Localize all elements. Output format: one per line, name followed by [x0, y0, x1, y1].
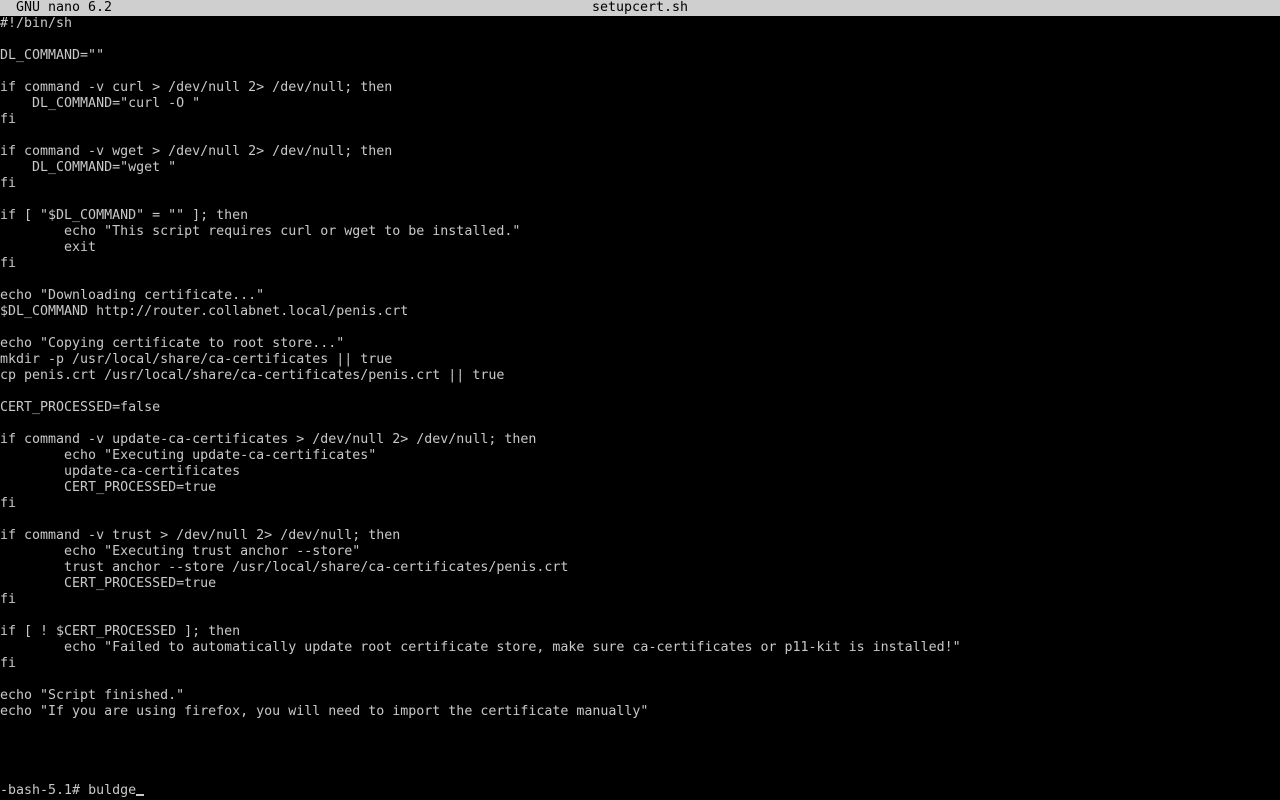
code-line[interactable]: if command -v wget > /dev/null 2> /dev/n…: [0, 144, 1280, 160]
code-line[interactable]: [0, 608, 1280, 624]
code-line[interactable]: [0, 512, 1280, 528]
code-line[interactable]: DL_COMMAND="wget ": [0, 160, 1280, 176]
code-line[interactable]: if [ "$DL_COMMAND" = "" ]; then: [0, 208, 1280, 224]
code-line[interactable]: #!/bin/sh: [0, 16, 1280, 32]
code-line[interactable]: $DL_COMMAND http://router.collabnet.loca…: [0, 304, 1280, 320]
code-line[interactable]: [0, 384, 1280, 400]
code-line[interactable]: fi: [0, 176, 1280, 192]
code-line[interactable]: [0, 272, 1280, 288]
code-line[interactable]: [0, 32, 1280, 48]
code-line[interactable]: if [ ! $CERT_PROCESSED ]; then: [0, 624, 1280, 640]
code-line[interactable]: [0, 192, 1280, 208]
code-line[interactable]: if command -v curl > /dev/null 2> /dev/n…: [0, 80, 1280, 96]
code-line[interactable]: [0, 64, 1280, 80]
code-line[interactable]: exit: [0, 240, 1280, 256]
code-line[interactable]: [0, 416, 1280, 432]
code-line[interactable]: echo "Executing trust anchor --store": [0, 544, 1280, 560]
code-line[interactable]: if command -v update-ca-certificates > /…: [0, 432, 1280, 448]
code-line[interactable]: CERT_PROCESSED=true: [0, 576, 1280, 592]
code-line[interactable]: echo "Copying certificate to root store.…: [0, 336, 1280, 352]
code-line[interactable]: DL_COMMAND="curl -O ": [0, 96, 1280, 112]
app-version: GNU nano 6.2: [16, 0, 113, 15]
shell-prompt: -bash-5.1#: [0, 783, 89, 798]
code-line[interactable]: if command -v trust > /dev/null 2> /dev/…: [0, 528, 1280, 544]
code-line[interactable]: fi: [0, 496, 1280, 512]
code-line[interactable]: fi: [0, 112, 1280, 128]
shell-input[interactable]: buldge: [88, 783, 136, 798]
editor-buffer[interactable]: #!/bin/sh DL_COMMAND=""if command -v curl…: [0, 16, 1280, 784]
code-line[interactable]: [0, 128, 1280, 144]
code-line[interactable]: echo "Script finished.": [0, 688, 1280, 704]
code-line[interactable]: fi: [0, 592, 1280, 608]
nano-title-bar: setupcert.sh GNU nano 6.2: [0, 0, 1280, 16]
code-line[interactable]: fi: [0, 256, 1280, 272]
code-line[interactable]: fi: [0, 656, 1280, 672]
code-line[interactable]: cp penis.crt /usr/local/share/ca-certifi…: [0, 368, 1280, 384]
code-line[interactable]: DL_COMMAND="": [0, 48, 1280, 64]
code-line[interactable]: echo "If you are using firefox, you will…: [0, 704, 1280, 720]
file-name: setupcert.sh: [591, 0, 689, 15]
code-line[interactable]: echo "Executing update-ca-certificates": [0, 448, 1280, 464]
code-line[interactable]: CERT_PROCESSED=true: [0, 480, 1280, 496]
code-line[interactable]: [0, 320, 1280, 336]
text-cursor: [136, 794, 145, 796]
code-line[interactable]: trust anchor --store /usr/local/share/ca…: [0, 560, 1280, 576]
code-line[interactable]: echo "This script requires curl or wget …: [0, 224, 1280, 240]
code-line[interactable]: echo "Downloading certificate...": [0, 288, 1280, 304]
code-line[interactable]: echo "Failed to automatically update roo…: [0, 640, 1280, 656]
code-line[interactable]: [0, 672, 1280, 688]
code-line[interactable]: update-ca-certificates: [0, 464, 1280, 480]
code-line[interactable]: mkdir -p /usr/local/share/ca-certificate…: [0, 352, 1280, 368]
shell-prompt-line[interactable]: -bash-5.1# buldge: [0, 783, 1280, 799]
code-line[interactable]: CERT_PROCESSED=false: [0, 400, 1280, 416]
